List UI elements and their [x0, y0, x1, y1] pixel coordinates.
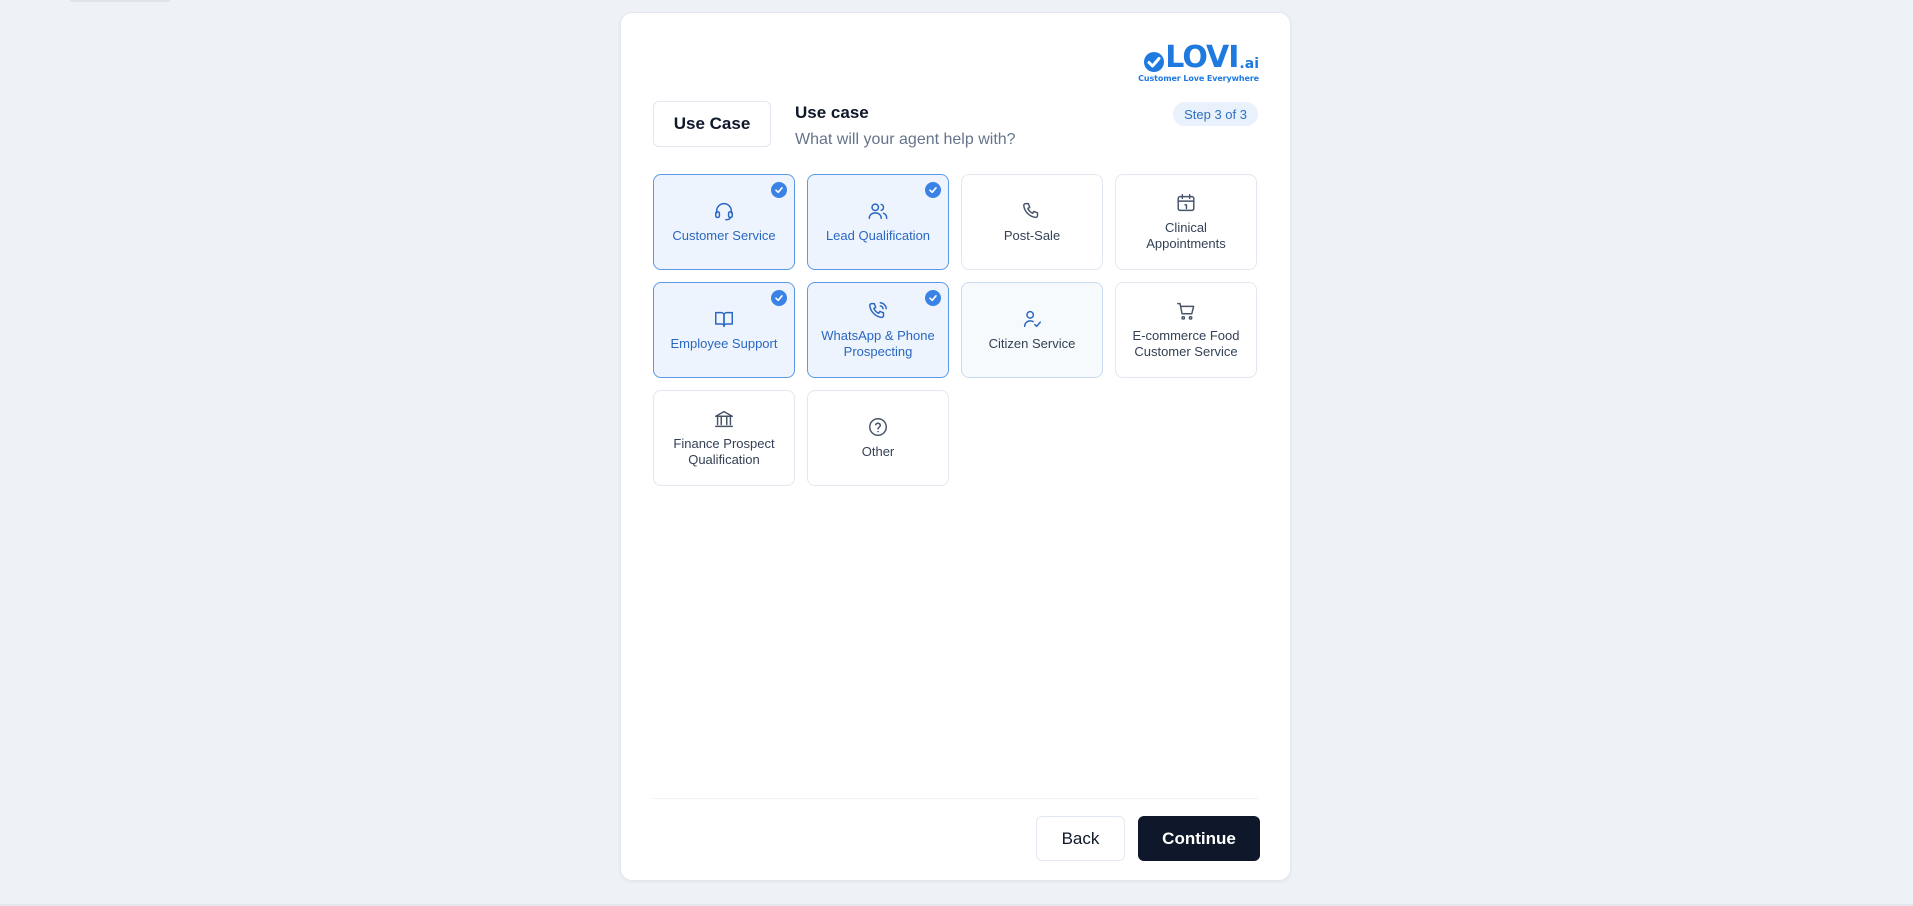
calendar-icon	[1175, 192, 1197, 214]
option-ecommerce-food-customer-service[interactable]: E-commerce Food Customer Service	[1115, 282, 1257, 378]
option-label: Customer Service	[672, 228, 776, 243]
top-edge-sliver	[70, 0, 170, 2]
back-button[interactable]: Back	[1036, 816, 1125, 861]
option-label: Other	[861, 444, 895, 459]
wizard-card: LOVI .ai Customer Love Everywhere Use Ca…	[620, 12, 1291, 881]
continue-button[interactable]: Continue	[1138, 816, 1260, 861]
option-label: Employee Support	[670, 336, 778, 351]
option-other[interactable]: Other	[807, 390, 949, 486]
option-whatsapp-phone-prospecting[interactable]: WhatsApp & Phone Prospecting	[807, 282, 949, 378]
user-check-icon	[1021, 308, 1043, 330]
logo-tagline: Customer Love Everywhere	[1138, 74, 1259, 83]
option-label: Clinical Appointments	[1146, 220, 1226, 251]
option-label: E-commerce Food Customer Service	[1132, 328, 1240, 359]
option-citizen-service[interactable]: Citizen Service	[961, 282, 1103, 378]
option-employee-support[interactable]: Employee Support	[653, 282, 795, 378]
headset-icon	[713, 200, 735, 222]
step-tab-use-case[interactable]: Use Case	[653, 101, 771, 147]
phone-call-icon	[867, 300, 889, 322]
shopping-cart-icon	[1175, 300, 1197, 322]
help-circle-icon	[867, 416, 889, 438]
check-heart-logo-icon	[1144, 52, 1165, 72]
check-icon	[771, 290, 787, 306]
phone-icon	[1021, 200, 1043, 222]
footer-divider	[653, 798, 1258, 799]
check-icon	[771, 182, 787, 198]
section-subtitle: What will your agent help with?	[795, 131, 1016, 148]
lovi-logo: LOVI .ai Customer Love Everywhere	[1135, 43, 1259, 91]
option-label: Post-Sale	[1003, 228, 1061, 243]
option-customer-service[interactable]: Customer Service	[653, 174, 795, 270]
users-icon	[867, 200, 889, 222]
use-case-grid: Customer Service Lead Qualification Post…	[653, 174, 1257, 486]
option-post-sale[interactable]: Post-Sale	[961, 174, 1103, 270]
option-label: Finance Prospect Qualification	[673, 436, 775, 467]
option-clinical-appointments[interactable]: Clinical Appointments	[1115, 174, 1257, 270]
book-icon	[713, 308, 735, 330]
logo-suffix: .ai	[1239, 56, 1259, 72]
bank-icon	[713, 408, 735, 430]
option-label: Lead Qualification	[825, 228, 931, 243]
step-badge: Step 3 of 3	[1173, 102, 1258, 126]
logo-wordmark: LOVI	[1165, 40, 1239, 75]
check-icon	[925, 182, 941, 198]
section-title: Use case	[795, 103, 869, 122]
check-icon	[925, 290, 941, 306]
option-finance-prospect-qualification[interactable]: Finance Prospect Qualification	[653, 390, 795, 486]
option-label: WhatsApp & Phone Prospecting	[821, 328, 935, 359]
option-lead-qualification[interactable]: Lead Qualification	[807, 174, 949, 270]
option-label: Citizen Service	[988, 336, 1076, 351]
